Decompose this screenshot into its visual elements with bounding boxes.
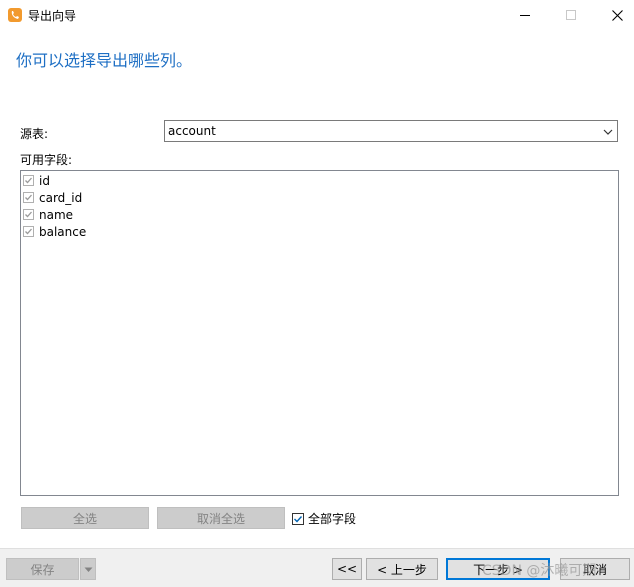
chevron-down-icon — [603, 126, 613, 140]
cancel-button[interactable]: 取消 — [560, 558, 630, 580]
all-fields-label: 全部字段 — [308, 512, 357, 526]
available-fields-label: 可用字段: — [20, 153, 73, 167]
all-fields-checkbox[interactable] — [292, 512, 304, 525]
deselect-all-button[interactable]: 取消全选 — [157, 507, 285, 529]
save-button[interactable]: 保存 — [6, 558, 79, 580]
field-item-name[interactable]: name — [23, 206, 73, 223]
previous-button[interactable]: < 上一步 — [366, 558, 438, 580]
caret-down-icon — [84, 562, 93, 576]
save-dropdown-button[interactable] — [80, 558, 96, 580]
field-checkbox[interactable] — [23, 209, 34, 220]
close-button[interactable] — [594, 0, 634, 30]
next-button[interactable]: 下一步 > — [446, 558, 550, 580]
maximize-button[interactable] — [548, 0, 594, 30]
field-checkbox[interactable] — [23, 192, 34, 203]
field-label: card_id — [39, 190, 83, 205]
window-title: 导出向导 — [28, 9, 77, 23]
footer-bar: 保存 << < 上一步 下一步 > 取消 — [0, 548, 634, 587]
minimize-icon — [520, 14, 530, 16]
field-label: name — [39, 207, 74, 222]
minimize-button[interactable] — [502, 0, 548, 30]
field-label: balance — [39, 224, 87, 239]
page-heading: 你可以选择导出哪些列。 — [16, 51, 193, 70]
title-bar: 导出向导 — [0, 0, 634, 30]
source-table-select[interactable]: account — [164, 120, 618, 142]
close-icon — [611, 9, 623, 21]
field-checkbox[interactable] — [23, 175, 34, 186]
field-item-id[interactable]: id — [23, 172, 50, 189]
source-table-label: 源表: — [20, 127, 49, 141]
maximize-icon — [566, 10, 576, 20]
field-item-balance[interactable]: balance — [23, 223, 86, 240]
save-button-group: 保存 — [6, 558, 96, 580]
select-all-button[interactable]: 全选 — [21, 507, 149, 529]
navicat-app-icon — [8, 8, 22, 22]
first-page-button[interactable]: << — [332, 558, 362, 580]
field-item-card-id[interactable]: card_id — [23, 189, 82, 206]
source-table-value: account — [168, 124, 216, 138]
field-checkbox[interactable] — [23, 226, 34, 237]
field-label: id — [39, 173, 50, 188]
all-fields-option[interactable]: 全部字段 — [292, 510, 356, 527]
fields-list[interactable]: id card_id name balance — [20, 170, 619, 496]
